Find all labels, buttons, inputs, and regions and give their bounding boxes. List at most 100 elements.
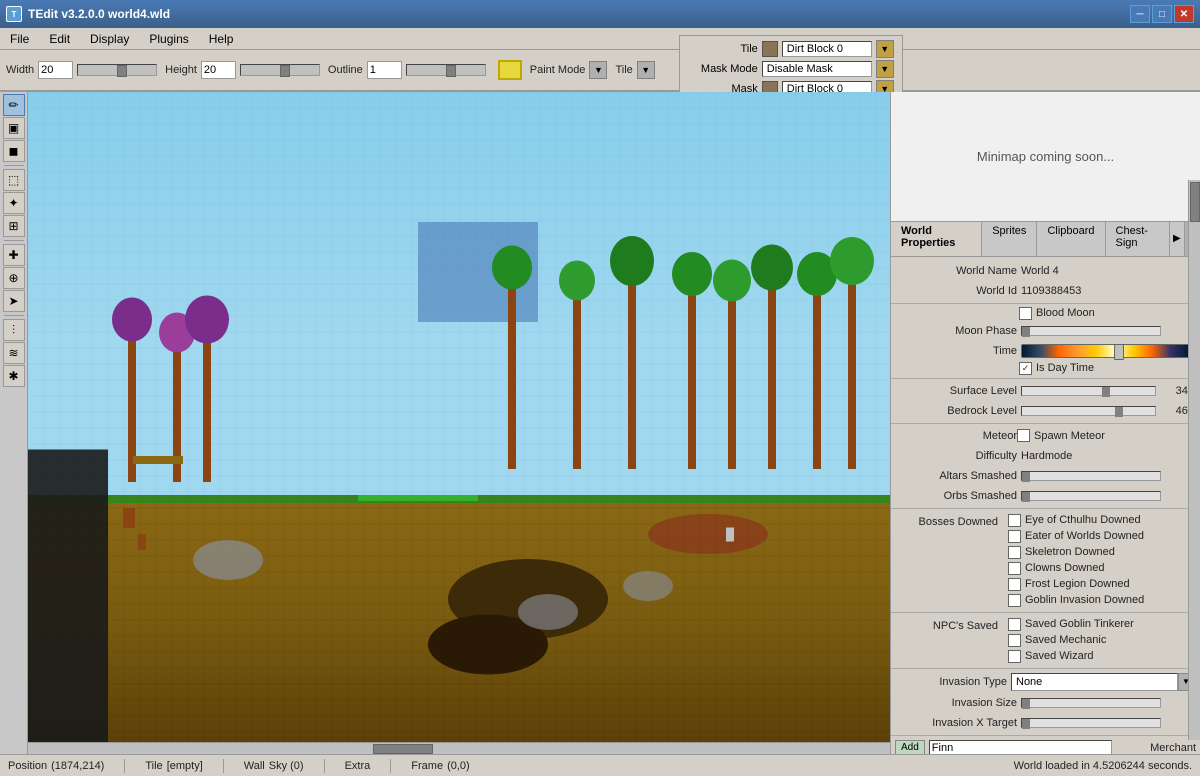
boss-goblin-label: Goblin Invasion Downed <box>1025 594 1144 606</box>
menu-edit[interactable]: Edit <box>39 30 80 48</box>
toolbar: Width Height Outline Paint Mode ▼ Tile ▼… <box>0 50 1200 92</box>
npc-finn-add-btn[interactable]: Add <box>895 740 925 754</box>
tool-pencil[interactable]: ✏ <box>3 94 25 116</box>
npc-wizard: Saved Wizard <box>1002 649 1140 664</box>
world-canvas[interactable] <box>28 92 890 742</box>
bosses-list: Eye of Cthulhu Downed Eater of Worlds Do… <box>1002 513 1150 608</box>
tool-move[interactable]: ✚ <box>3 244 25 266</box>
maximize-button[interactable]: □ <box>1152 5 1172 23</box>
tool-select[interactable]: ▣ <box>3 117 25 139</box>
blood-moon-row: Blood Moon <box>891 306 1200 321</box>
tool-sprite[interactable]: ✱ <box>3 365 25 387</box>
width-group: Width <box>6 61 157 79</box>
tile-name-display: Dirt Block 0 <box>782 41 872 57</box>
boss-goblin-checkbox[interactable] <box>1008 594 1021 607</box>
moon-phase-slider[interactable] <box>1021 326 1161 336</box>
minimap-text: Minimap coming soon... <box>977 149 1114 164</box>
boss-eater-label: Eater of Worlds Downed <box>1025 530 1144 542</box>
boss-clowns: Clowns Downed <box>1002 561 1150 576</box>
tool-zoom[interactable]: ⊕ <box>3 267 25 289</box>
height-slider[interactable] <box>240 64 320 76</box>
tile-label-toolbar: Tile <box>615 64 632 76</box>
invasion-type-label: Invasion Type <box>897 676 1007 688</box>
bedrock-slider[interactable] <box>1021 406 1156 416</box>
menu-display[interactable]: Display <box>80 30 139 48</box>
canvas-hscroll[interactable] <box>28 742 890 754</box>
status-extra: Extra <box>345 760 371 772</box>
boss-frost-label: Frost Legion Downed <box>1025 578 1130 590</box>
wall-label: Wall <box>244 760 265 772</box>
divider-3 <box>891 423 1200 424</box>
npc-mechanic-checkbox[interactable] <box>1008 634 1021 647</box>
vscroll-thumb[interactable] <box>1190 182 1200 222</box>
is-day-time-checkbox[interactable] <box>1019 362 1032 375</box>
mask-mode-label: Mask Mode <box>688 63 758 75</box>
tool-arrow[interactable]: ➤ <box>3 290 25 312</box>
npc-finn-name[interactable]: Finn <box>929 740 1112 754</box>
right-panel-vscroll[interactable] <box>1188 180 1200 740</box>
invasion-size-slider[interactable] <box>1021 698 1161 708</box>
invasion-x-slider[interactable] <box>1021 718 1161 728</box>
difficulty-label: Difficulty <box>897 450 1017 462</box>
tile-section-label: Tile <box>688 43 758 55</box>
hscroll-thumb[interactable] <box>373 744 433 754</box>
height-input[interactable] <box>201 61 236 79</box>
tool-brush[interactable]: ⊞ <box>3 215 25 237</box>
menu-plugins[interactable]: Plugins <box>139 30 198 48</box>
boss-eater-checkbox[interactable] <box>1008 530 1021 543</box>
tool-separator-1 <box>4 165 24 166</box>
outline-slider[interactable] <box>406 64 486 76</box>
tool-separator-2 <box>4 240 24 241</box>
boss-clowns-checkbox[interactable] <box>1008 562 1021 575</box>
main-layout: ✏ ▣ ◼ ⬚ ✦ ⊞ ✚ ⊕ ➤ ⫶ ≋ ✱ <box>0 92 1200 754</box>
boss-skeletron-checkbox[interactable] <box>1008 546 1021 559</box>
tabs-arrow-right[interactable]: ▶ <box>1170 222 1184 256</box>
mask-mode-row: Mask Mode Disable Mask ▼ <box>688 60 894 78</box>
spawn-meteor-checkbox[interactable] <box>1017 429 1030 442</box>
mask-mode-dropdown[interactable]: ▼ <box>876 60 894 78</box>
close-button[interactable]: ✕ <box>1174 5 1194 23</box>
width-input[interactable] <box>38 61 73 79</box>
orbs-slider[interactable] <box>1021 491 1161 501</box>
tile-row: Tile Dirt Block 0 ▼ <box>688 40 894 58</box>
tool-wire[interactable]: ⫶ <box>3 319 25 341</box>
tab-sprites[interactable]: Sprites <box>982 222 1037 256</box>
boss-eater-worlds: Eater of Worlds Downed <box>1002 529 1150 544</box>
surface-slider[interactable] <box>1021 386 1156 396</box>
tab-chest-sign[interactable]: Chest-Sign <box>1106 222 1170 256</box>
tool-eyedrop[interactable]: ✦ <box>3 192 25 214</box>
time-slider[interactable] <box>1021 344 1190 358</box>
world-name-value: World 4 <box>1021 265 1059 277</box>
npcs-saved-section: NPC's Saved Saved Goblin Tinkerer Saved … <box>891 615 1200 666</box>
npc-goblin-checkbox[interactable] <box>1008 618 1021 631</box>
spawn-meteor-label: Spawn Meteor <box>1034 430 1105 442</box>
tool-liquid[interactable]: ≋ <box>3 342 25 364</box>
canvas-area[interactable] <box>28 92 890 754</box>
tile-dropdown-arrow[interactable]: ▼ <box>876 40 894 58</box>
minimize-button[interactable]: ─ <box>1130 5 1150 23</box>
tool-eraser[interactable]: ⬚ <box>3 169 25 191</box>
tab-clipboard[interactable]: Clipboard <box>1037 222 1105 256</box>
tab-world-properties[interactable]: World Properties <box>891 222 982 256</box>
width-slider[interactable] <box>77 64 157 76</box>
titlebar-controls[interactable]: ─ □ ✕ <box>1130 5 1194 23</box>
orbs-smashed-row: Orbs Smashed 0 <box>891 486 1200 506</box>
npcs-saved-label: NPC's Saved <box>897 617 1002 632</box>
npc-wizard-checkbox[interactable] <box>1008 650 1021 663</box>
extra-label: Extra <box>345 760 371 772</box>
time-slider-thumb[interactable] <box>1114 344 1124 360</box>
boss-eye-checkbox[interactable] <box>1008 514 1021 527</box>
boss-frost-checkbox[interactable] <box>1008 578 1021 591</box>
paint-mode-dropdown[interactable]: ▼ <box>589 61 607 79</box>
blood-moon-checkbox[interactable] <box>1019 307 1032 320</box>
bedrock-level-row: Bedrock Level 469 <box>891 401 1200 421</box>
menu-file[interactable]: File <box>0 30 39 48</box>
boss-skeletron-label: Skeletron Downed <box>1025 546 1115 558</box>
menu-help[interactable]: Help <box>199 30 244 48</box>
divider-4 <box>891 508 1200 509</box>
tile-dropdown-btn[interactable]: ▼ <box>637 61 655 79</box>
altars-slider[interactable] <box>1021 471 1161 481</box>
shape-swatch <box>498 60 522 80</box>
outline-input[interactable] <box>367 61 402 79</box>
tool-fill[interactable]: ◼ <box>3 140 25 162</box>
